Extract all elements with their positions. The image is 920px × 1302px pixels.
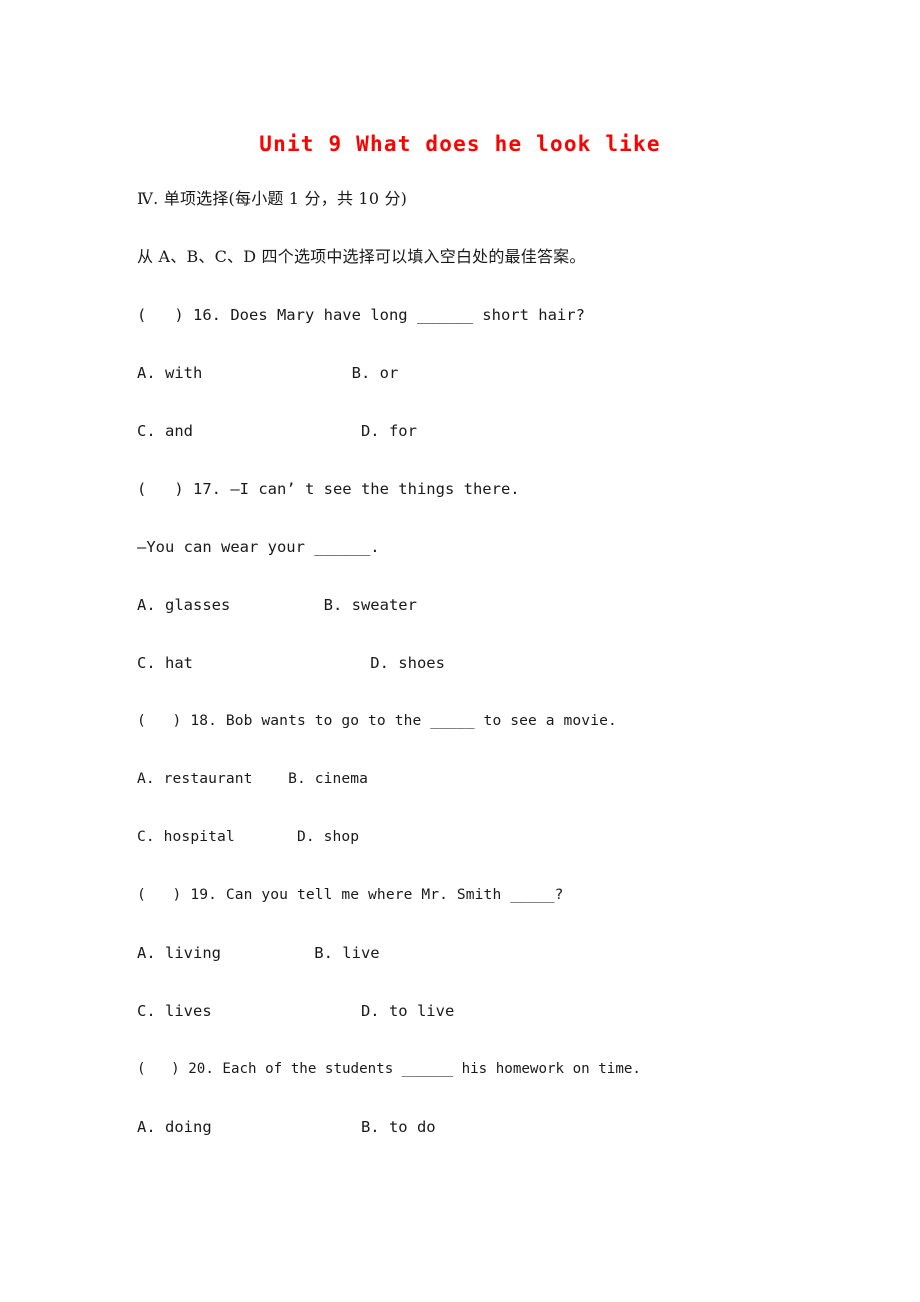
question-19-options-cd[interactable]: C. lives D. to live (137, 997, 837, 1055)
question-17-options-ab[interactable]: A. glasses B. sweater (137, 591, 837, 649)
question-18-options-cd[interactable]: C. hospital D. shop (137, 823, 837, 881)
question-16-stem: ( ) 16. Does Mary have long ______ short… (137, 306, 585, 324)
question-20-stem: ( ) 20. Each of the students ______ his … (137, 1061, 641, 1077)
question-16-options-cd[interactable]: C. and D. for (137, 417, 837, 475)
exercise-body: Ⅳ. 单项选择(每小题 1 分，共 10 分) 从 A、B、C、D 四个选项中选… (137, 185, 837, 1171)
question-20-options-ab[interactable]: A. doing B. to do (137, 1113, 837, 1171)
question-19-options-ab[interactable]: A. living B. live (137, 939, 837, 997)
question-17-stem: ( ) 17. —I can’ t see the things there. (137, 480, 520, 498)
document-page: Unit 9 What does he look like Ⅳ. 单项选择(每小… (0, 0, 920, 1302)
question-19-stem: ( ) 19. Can you tell me where Mr. Smith … (137, 886, 564, 903)
question-18-options-ab[interactable]: A. restaurant B. cinema (137, 765, 837, 823)
section-instruction: 从 A、B、C、D 四个选项中选择可以填入空白处的最佳答案。 (137, 247, 586, 266)
page-title: Unit 9 What does he look like (259, 132, 661, 157)
section-heading: Ⅳ. 单项选择(每小题 1 分，共 10 分) (137, 189, 408, 208)
question-18-stem: ( ) 18. Bob wants to go to the _____ to … (137, 712, 617, 729)
question-17-stem-line-2: —You can wear your ______. (137, 538, 380, 556)
question-16-options-ab[interactable]: A. with B. or (137, 359, 837, 417)
question-17-options-cd[interactable]: C. hat D. shoes (137, 649, 837, 707)
